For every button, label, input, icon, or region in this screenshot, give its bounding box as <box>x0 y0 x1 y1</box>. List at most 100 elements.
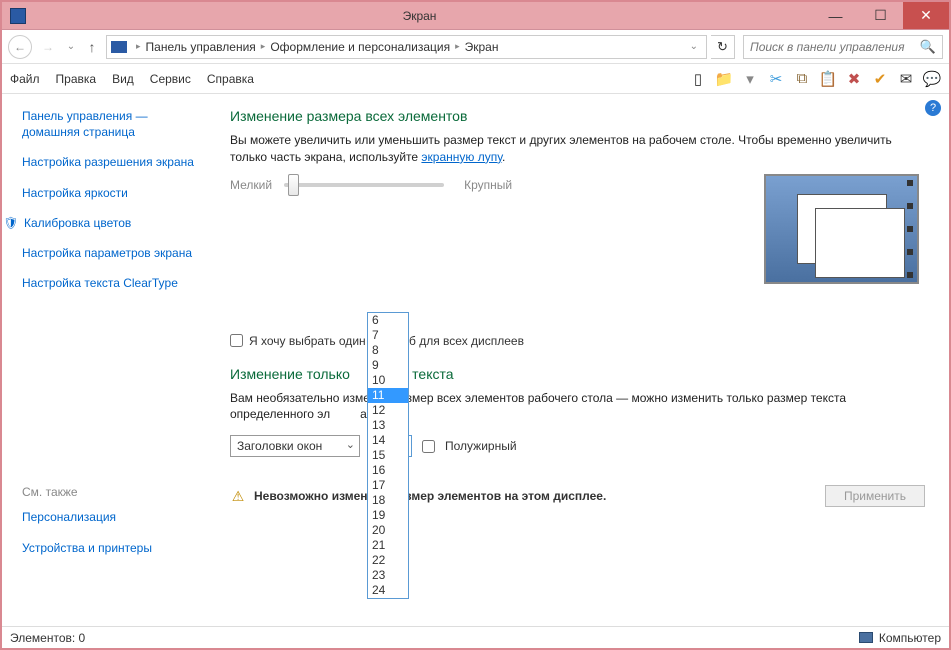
menu-help[interactable]: Справка <box>207 72 254 86</box>
dropdown-item[interactable]: 22 <box>368 553 408 568</box>
refresh-button[interactable]: ↻ <box>711 35 735 59</box>
dropdown-item[interactable]: 24 <box>368 583 408 598</box>
dropdown-item[interactable]: 9 <box>368 358 408 373</box>
chevron-right-icon: ▸ <box>455 41 460 52</box>
dropdown-item[interactable]: 7 <box>368 328 408 343</box>
delete-icon[interactable]: ✖ <box>845 70 863 88</box>
dropdown-item[interactable]: 11 <box>368 388 408 403</box>
sidebar-cleartype[interactable]: Настройка текста ClearType <box>22 275 202 291</box>
sidebar-see-also: См. также <box>22 485 202 499</box>
dropdown-item[interactable]: 19 <box>368 508 408 523</box>
content: ? Панель управления — домашняя страница … <box>2 94 949 626</box>
warning-row: ⚠ Невозможно изменить размер элементов н… <box>230 485 925 507</box>
bold-checkbox[interactable] <box>422 440 435 453</box>
dropdown-item[interactable]: 13 <box>368 418 408 433</box>
copy-icon[interactable]: ⧉ <box>793 70 811 88</box>
sidebar-calibration-label: Калибровка цветов <box>24 215 131 231</box>
breadcrumb-dropdown[interactable]: ⌄ <box>686 41 702 52</box>
maximize-button[interactable]: ☐ <box>858 2 903 29</box>
apply-button[interactable]: Применить <box>825 485 925 507</box>
check-icon[interactable]: ✔ <box>871 70 889 88</box>
chat-icon[interactable]: 💬 <box>923 70 941 88</box>
breadcrumb-icon <box>111 41 127 53</box>
breadcrumb-seg-2[interactable]: Экран <box>465 40 499 54</box>
dropdown-item[interactable]: 23 <box>368 568 408 583</box>
dropdown-item[interactable]: 15 <box>368 448 408 463</box>
font-size-dropdown[interactable]: 6789101112131415161718192021222324 <box>367 312 409 599</box>
slider-max-label: Крупный <box>464 178 512 192</box>
breadcrumb-seg-0[interactable]: Панель управления <box>146 40 256 54</box>
menu-edit[interactable]: Правка <box>56 72 97 86</box>
element-type-select[interactable]: Заголовки окон <box>230 435 360 457</box>
menubar: Файл Правка Вид Сервис Справка ▯ 📁 ▾ ✂ ⧉… <box>2 64 949 94</box>
warning-text: Невозможно изменить размер элементов на … <box>254 489 606 503</box>
sidebar-devices[interactable]: Устройства и принтеры <box>22 540 202 556</box>
dropdown-item[interactable]: 17 <box>368 478 408 493</box>
slider-track[interactable] <box>284 183 444 187</box>
toolbar-icons: ▯ 📁 ▾ ✂ ⧉ 📋 ✖ ✔ ✉ 💬 <box>689 70 941 88</box>
search-icon[interactable]: 🔍 <box>920 39 936 55</box>
window-title: Экран <box>26 9 813 23</box>
dropdown-item[interactable]: 14 <box>368 433 408 448</box>
menu-service[interactable]: Сервис <box>150 72 191 86</box>
paste-icon[interactable]: 📋 <box>819 70 837 88</box>
status-computer: Компьютер <box>879 631 941 645</box>
breadcrumb[interactable]: ▸ Панель управления ▸ Оформление и персо… <box>106 35 707 59</box>
one-scale-checkbox-row: Я хочу выбрать один аб для всех дисплеев <box>230 334 925 348</box>
app-icon <box>10 8 26 24</box>
slider-thumb[interactable] <box>288 174 299 196</box>
window: Экран — ☐ ✕ ← → ⌄ ↑ ▸ Панель управления … <box>0 0 951 650</box>
dropdown-item[interactable]: 18 <box>368 493 408 508</box>
dropdown-item[interactable]: 21 <box>368 538 408 553</box>
dropdown-item[interactable]: 20 <box>368 523 408 538</box>
cut-icon[interactable]: ✂ <box>767 70 785 88</box>
slider-min-label: Мелкий <box>230 178 272 192</box>
dropdown-item[interactable]: 8 <box>368 343 408 358</box>
sidebar-personalization[interactable]: Персонализация <box>22 509 202 525</box>
window-controls: — ☐ ✕ <box>813 2 949 29</box>
warning-icon: ⚠ <box>230 488 246 504</box>
titlebar: Экран — ☐ ✕ <box>2 2 949 30</box>
mail-icon[interactable]: ✉ <box>897 70 915 88</box>
main: Изменение размера всех элементов Вы може… <box>212 94 949 626</box>
magnifier-link[interactable]: экранную лупу <box>421 150 502 164</box>
navbar: ← → ⌄ ↑ ▸ Панель управления ▸ Оформление… <box>2 30 949 64</box>
dropdown-item[interactable]: 6 <box>368 313 408 328</box>
status-elements: Элементов: 0 <box>10 631 85 645</box>
dropdown-item[interactable]: 12 <box>368 403 408 418</box>
sidebar-resolution[interactable]: Настройка разрешения экрана <box>22 154 202 170</box>
heading-text-only: Изменение только ера текста <box>230 366 925 382</box>
menu-file[interactable]: Файл <box>10 72 40 86</box>
breadcrumb-seg-1[interactable]: Оформление и персонализация <box>270 40 450 54</box>
computer-icon <box>859 632 873 643</box>
dropdown-item[interactable]: 16 <box>368 463 408 478</box>
bold-label: Полужирный <box>445 439 517 453</box>
sidebar: Панель управления — домашняя страница На… <box>2 94 212 626</box>
sidebar-brightness[interactable]: Настройка яркости <box>22 185 202 201</box>
history-dropdown[interactable]: ⌄ <box>64 35 78 59</box>
search-box[interactable]: 🔍 <box>743 35 943 59</box>
para-text-only: Вам необязательно изме азмер всех элемен… <box>230 390 925 424</box>
para-resize-all: Вы можете увеличить или уменьшить размер… <box>230 132 925 166</box>
menu-view[interactable]: Вид <box>112 72 134 86</box>
close-button[interactable]: ✕ <box>903 2 949 29</box>
panes-icon[interactable]: ▯ <box>689 70 707 88</box>
forward-button[interactable]: → <box>36 35 60 59</box>
sidebar-home[interactable]: Панель управления — домашняя страница <box>22 108 202 140</box>
dropdown-item[interactable]: 10 <box>368 373 408 388</box>
folder-icon[interactable]: 📁 <box>715 70 733 88</box>
chevron-right-icon: ▸ <box>136 41 141 52</box>
up-button[interactable]: ↑ <box>82 39 102 55</box>
shield-icon: 🛡 <box>4 216 18 230</box>
minimize-button[interactable]: — <box>813 2 858 29</box>
search-input[interactable] <box>750 40 916 54</box>
statusbar: Элементов: 0 Компьютер <box>2 626 949 648</box>
heading-resize-all: Изменение размера всех элементов <box>230 108 925 124</box>
sidebar-display-params[interactable]: Настройка параметров экрана <box>22 245 202 261</box>
back-button[interactable]: ← <box>8 35 32 59</box>
dropdown-icon[interactable]: ▾ <box>741 70 759 88</box>
chevron-right-icon: ▸ <box>261 41 266 52</box>
preview-image <box>764 174 919 284</box>
one-scale-checkbox[interactable] <box>230 334 243 347</box>
sidebar-calibration[interactable]: 🛡 Калибровка цветов <box>4 215 202 231</box>
